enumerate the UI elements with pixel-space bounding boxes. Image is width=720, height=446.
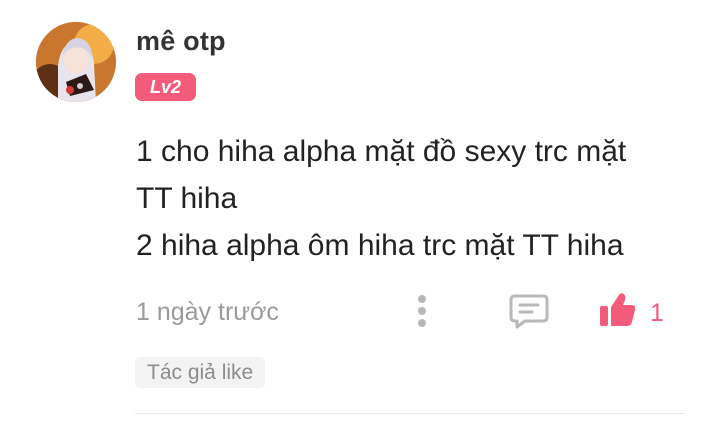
like-button[interactable] — [598, 290, 638, 330]
more-vertical-icon — [418, 295, 426, 303]
comment-line: 2 hiha alpha ôm hiha trc mặt TT hiha — [136, 229, 624, 262]
avatar[interactable] — [36, 22, 116, 102]
comment-text: 1 cho hiha alpha mặt đồ sexy trc mặt TT … — [136, 128, 696, 269]
divider — [135, 413, 685, 414]
like-count: 1 — [650, 299, 664, 327]
timestamp: 1 ngày trước — [136, 298, 279, 326]
avatar-image — [36, 22, 116, 102]
comment-icon — [509, 294, 549, 329]
reply-button[interactable] — [509, 293, 549, 329]
comment-line: 1 cho hiha alpha mặt đồ sexy trc mặt — [136, 135, 627, 168]
more-options-button[interactable] — [410, 293, 434, 329]
thumbs-up-icon — [600, 293, 636, 326]
username[interactable]: mê otp — [136, 26, 226, 57]
level-badge: Lv2 — [135, 73, 196, 101]
comment-line: TT hiha — [136, 182, 238, 215]
author-liked-badge: Tác giả like — [135, 357, 266, 388]
more-vertical-icon-dot — [418, 319, 426, 327]
more-vertical-icon-dot — [418, 307, 426, 315]
